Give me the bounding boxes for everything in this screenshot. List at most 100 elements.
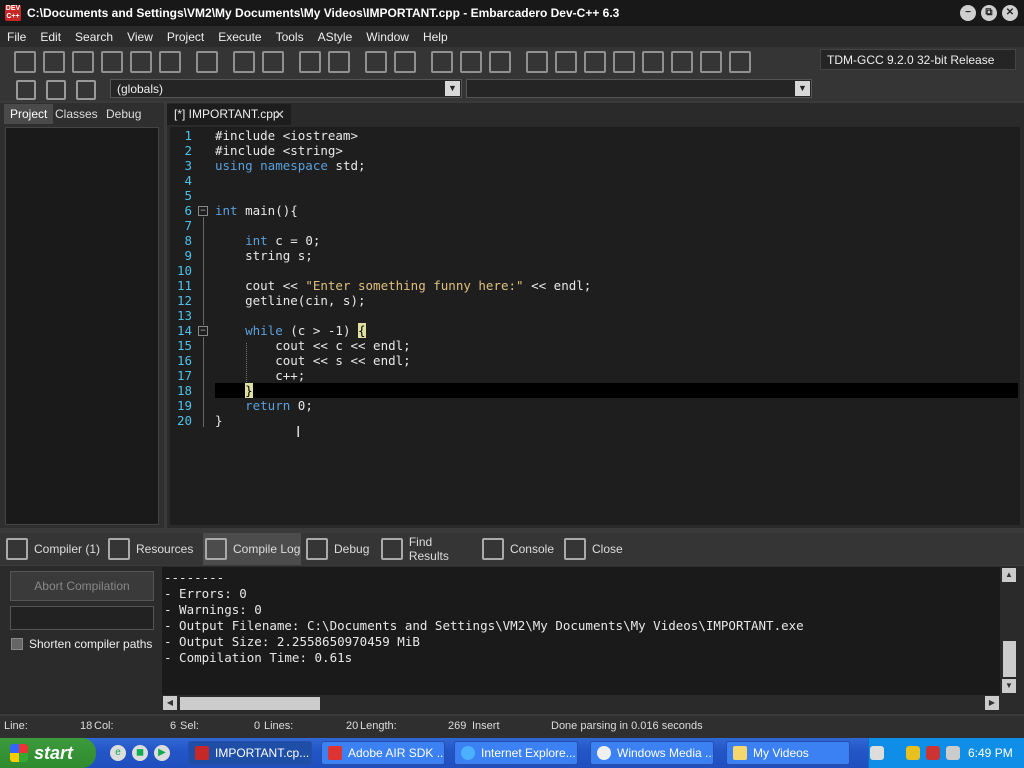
new-file-icon[interactable]	[14, 51, 36, 73]
print-icon[interactable]	[196, 51, 218, 73]
menu-window[interactable]: Window	[359, 30, 416, 44]
menu-project[interactable]: Project	[160, 30, 211, 44]
tab-debug[interactable]: Debug	[100, 104, 147, 124]
show-desktop-icon[interactable]: ◼	[132, 745, 148, 761]
line-number: 1	[184, 128, 192, 143]
open-file-icon[interactable]	[43, 51, 65, 73]
ie-quicklaunch-icon[interactable]: e	[110, 745, 126, 761]
toggle-bookmark-icon[interactable]	[46, 80, 66, 100]
tab-label: Find Results	[408, 535, 449, 563]
tab-debug-output[interactable]: Debug	[306, 533, 372, 565]
goto-line-icon[interactable]	[299, 51, 321, 73]
function-combo[interactable]: ▼	[466, 79, 812, 98]
volume-icon[interactable]	[946, 746, 960, 760]
keyword-token: return	[245, 398, 291, 413]
rebuild-all-icon[interactable]	[613, 51, 635, 73]
comment-icon[interactable]	[489, 51, 511, 73]
task-internet-explorer[interactable]: Internet Explore...	[454, 741, 578, 765]
media-player-quicklaunch-icon[interactable]: ▶	[154, 745, 170, 761]
close-file-icon[interactable]	[130, 51, 152, 73]
line-number: 19	[176, 398, 192, 413]
save-icon[interactable]	[72, 51, 94, 73]
syntax-check-icon[interactable]	[642, 51, 664, 73]
windows-logo-icon	[10, 744, 28, 762]
replace-icon[interactable]	[262, 51, 284, 73]
menu-edit[interactable]: Edit	[33, 30, 68, 44]
chevron-down-icon[interactable]: ▼	[445, 81, 460, 96]
menu-execute[interactable]: Execute	[211, 30, 268, 44]
line-number: 13	[176, 308, 192, 323]
file-tab-important-cpp[interactable]: [*] IMPORTANT.cpp ✕	[167, 104, 291, 125]
start-button[interactable]: start	[0, 738, 96, 768]
tab-classes[interactable]: Classes	[49, 104, 104, 124]
close-window-button[interactable]: ✕	[1002, 5, 1018, 21]
code-line: int c = 0;	[245, 233, 321, 248]
task-windows-media[interactable]: Windows Media ...	[590, 741, 714, 765]
tab-resources[interactable]: Resources	[108, 533, 200, 565]
taskbar-clock[interactable]: 6:49 PM	[968, 746, 1013, 760]
tab-project[interactable]: Project	[4, 104, 54, 124]
menu-tools[interactable]: Tools	[269, 30, 311, 44]
status-lines-value: 20	[346, 720, 359, 732]
compile-icon[interactable]	[526, 51, 548, 73]
fold-marker-icon[interactable]: −	[198, 326, 208, 336]
tab-compiler[interactable]: Compiler (1)	[6, 533, 102, 565]
save-all-icon[interactable]	[101, 51, 123, 73]
devcpp-app-icon[interactable]: DEV C++	[5, 5, 21, 21]
tab-console[interactable]: Console	[482, 533, 554, 565]
menu-file[interactable]: File	[0, 30, 33, 44]
folder-icon	[733, 746, 747, 760]
close-all-icon[interactable]	[159, 51, 181, 73]
menu-astyle[interactable]: AStyle	[311, 30, 360, 44]
abort-compilation-button[interactable]: Abort Compilation	[10, 571, 154, 601]
tab-compile-log[interactable]: Compile Log	[203, 533, 301, 565]
scroll-down-icon[interactable]: ▼	[1002, 679, 1016, 693]
status-bar: Line: 18 Col: 6 Sel: 0 Lines: 20 Length:…	[0, 716, 1024, 738]
close-panel-button[interactable]: Close	[564, 533, 626, 565]
task-adobe-air[interactable]: Adobe AIR SDK ...	[321, 741, 445, 765]
task-devcpp[interactable]: IMPORTANT.cp...	[188, 741, 312, 765]
task-my-videos[interactable]: My Videos	[726, 741, 850, 765]
unindent-icon[interactable]	[460, 51, 482, 73]
log-horizontal-scrollbar[interactable]: ◀ ▶	[162, 695, 1000, 712]
menu-view[interactable]: View	[120, 30, 160, 44]
compiler-select[interactable]: TDM-GCC 9.2.0 32-bit Release	[820, 49, 1016, 70]
insert-icon[interactable]	[16, 80, 36, 100]
scroll-right-icon[interactable]: ▶	[985, 696, 999, 710]
indent-icon[interactable]	[431, 51, 453, 73]
menu-help[interactable]: Help	[416, 30, 455, 44]
compile-run-icon[interactable]	[584, 51, 606, 73]
maximize-button[interactable]: ⧉	[981, 5, 997, 21]
redo-icon[interactable]	[394, 51, 416, 73]
fold-marker-icon[interactable]: −	[198, 206, 208, 216]
network-icon[interactable]	[926, 746, 940, 760]
stop-execution-icon[interactable]	[671, 51, 693, 73]
minimize-button[interactable]: −	[960, 5, 976, 21]
tab-find-results[interactable]: Find Results	[381, 533, 475, 565]
scroll-up-icon[interactable]: ▲	[1002, 568, 1016, 582]
task-label: Adobe AIR SDK ...	[348, 746, 445, 760]
tab-label: Resources	[136, 542, 194, 556]
scroll-left-icon[interactable]: ◀	[163, 696, 177, 710]
project-tree[interactable]	[5, 127, 159, 525]
close-icon[interactable]: ✕	[274, 107, 285, 123]
security-shield-icon[interactable]	[906, 746, 920, 760]
scroll-thumb[interactable]	[1003, 641, 1016, 677]
log-vertical-scrollbar[interactable]: ▲ ▼	[1001, 567, 1018, 695]
chevron-down-icon[interactable]: ▼	[795, 81, 810, 96]
keyword-token: int	[215, 203, 238, 218]
delete-profile-icon[interactable]	[729, 51, 751, 73]
run-icon[interactable]	[555, 51, 577, 73]
code-editor[interactable]: 1 2 3 4 5 6 7 8 9 10 11 12 13 14 15 16 1…	[170, 127, 1020, 525]
toggle-bookmark-icon[interactable]	[328, 51, 350, 73]
goto-bookmark-icon[interactable]	[76, 80, 96, 100]
find-icon[interactable]	[233, 51, 255, 73]
keyboard-icon[interactable]	[870, 746, 884, 760]
scroll-thumb[interactable]	[180, 697, 320, 710]
profile-icon[interactable]	[700, 51, 722, 73]
scope-combo[interactable]: (globals) ▼	[110, 79, 462, 98]
compile-log-text[interactable]: -------- - Errors: 0- Warnings: 0- Output…	[162, 567, 1000, 695]
undo-icon[interactable]	[365, 51, 387, 73]
menu-search[interactable]: Search	[68, 30, 120, 44]
shorten-paths-checkbox[interactable]	[11, 638, 23, 650]
